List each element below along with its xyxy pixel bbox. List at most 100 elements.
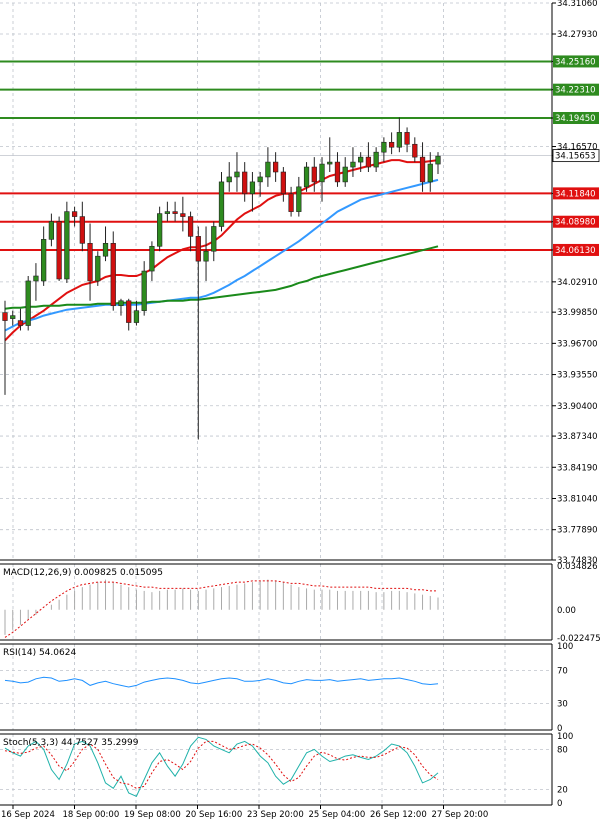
- y-tick-label: 33.87340: [557, 432, 598, 442]
- current-price-label: 34.15653: [555, 152, 596, 162]
- candle-body: [102, 243, 109, 257]
- y-tick-label: 34.02910: [557, 278, 598, 288]
- candle-body: [164, 211, 170, 214]
- candle-body: [342, 166, 348, 183]
- candle-body: [334, 161, 341, 183]
- y-tick-label: 33.90400: [557, 402, 598, 412]
- candle-body: [87, 243, 93, 282]
- candle-body: [141, 270, 147, 311]
- x-tick-label: 19 Sep 08:00: [124, 810, 181, 820]
- candle-body: [218, 181, 225, 227]
- stoch-d-line: [4, 740, 439, 789]
- candle-body: [388, 141, 395, 148]
- macd-tick-label: 0.00: [557, 606, 576, 616]
- candle-body: [126, 300, 132, 323]
- y-tick-label: 33.96700: [557, 339, 598, 349]
- candle-body: [64, 211, 70, 280]
- candle-body: [25, 280, 31, 326]
- x-tick-label: 23 Sep 20:00: [247, 810, 304, 820]
- candle-body: [180, 213, 186, 217]
- moving-average-line: [4, 245, 439, 310]
- candle-body: [319, 163, 325, 183]
- candle-body: [404, 132, 410, 145]
- y-tick-label: 33.77890: [557, 526, 598, 536]
- y-tick-label: 33.99850: [557, 308, 598, 318]
- candles: [2, 117, 441, 440]
- x-tick-label: 27 Sep 20:00: [432, 810, 489, 820]
- rsi-panel: RSI(14) 54.062410070300: [0, 642, 573, 734]
- macd-label: MACD(12,26,9) 0.009825 0.015095: [3, 568, 163, 578]
- candle-body: [56, 221, 62, 280]
- level-badge-label: 34.22310: [555, 86, 596, 96]
- y-tick-label: 33.74830: [557, 556, 598, 566]
- stoch-tick-label: 100: [557, 732, 573, 742]
- x-tick-label: 18 Sep 00:00: [63, 810, 120, 820]
- candle-body: [242, 171, 248, 195]
- candle-body: [257, 176, 263, 183]
- chart-root: MACD(12,26,9) 0.009825 0.0150950.0348260…: [0, 0, 600, 820]
- rsi-line: [4, 676, 439, 688]
- candle-body: [288, 193, 294, 212]
- y-tick-label: 33.93550: [557, 371, 598, 381]
- level-badge-label: 34.19450: [555, 114, 596, 124]
- y-tick-label: 34.31060: [557, 0, 598, 9]
- candle-body: [17, 320, 24, 326]
- x-axis: 16 Sep 2024 18 Sep 00:00 19 Sep 08:00 20 Se…: [1, 805, 488, 820]
- y-tick-label: 34.27930: [557, 30, 598, 40]
- candle-body: [412, 143, 418, 158]
- candle-body: [203, 250, 209, 262]
- macd-panel: MACD(12,26,9) 0.009825 0.0150950.0348260…: [3, 562, 600, 644]
- candle-body: [79, 216, 85, 244]
- x-tick-label: 26 Sep 12:00: [370, 810, 427, 820]
- candle-body: [249, 181, 256, 195]
- candle-body: [33, 275, 39, 282]
- rsi-label: RSI(14) 54.0624: [3, 648, 76, 658]
- candle-body: [373, 151, 379, 168]
- stoch-tick-label: 20: [557, 786, 568, 796]
- candle-body: [118, 300, 124, 307]
- axes: 34.31060 34.27930 34.25160 34.22310 34.19450…: [0, 0, 598, 806]
- candle-body: [48, 221, 55, 240]
- level-badge-label: 34.11840: [555, 189, 596, 199]
- candle-body: [187, 216, 194, 237]
- candle-body: [311, 166, 317, 183]
- level-badge-label: 34.08980: [555, 218, 596, 228]
- candle-body: [211, 226, 217, 252]
- candle-body: [265, 161, 271, 178]
- rsi-tick-label: 70: [557, 667, 568, 677]
- candle-body: [435, 155, 441, 165]
- candle-body: [157, 213, 163, 247]
- candle-body: [419, 156, 426, 183]
- candle-body: [2, 312, 8, 321]
- level-badge-label: 34.06130: [555, 246, 596, 256]
- candle-body: [427, 163, 433, 183]
- candle-body: [350, 161, 356, 168]
- candle-body: [195, 236, 201, 262]
- candle-body: [41, 239, 47, 282]
- candle-body: [327, 161, 333, 165]
- candle-body: [234, 171, 240, 178]
- x-tick-label: 20 Sep 16:00: [186, 810, 243, 820]
- stoch-label: Stoch(5,3,3) 44.7527 35.2999: [3, 738, 139, 748]
- price-badges: 34.25160 34.22310 34.19450 34.11840 34.08980…: [552, 55, 600, 256]
- candle-body: [396, 132, 402, 148]
- x-tick-label: 16 Sep 2024: [1, 810, 55, 820]
- stoch-tick-label: 0: [557, 799, 562, 809]
- candle-body: [95, 255, 101, 282]
- stoch-tick-label: 80: [557, 745, 568, 755]
- candle-body: [358, 156, 364, 163]
- level-badge-label: 34.25160: [555, 57, 596, 67]
- grid: [0, 2, 552, 805]
- candle-body: [226, 176, 232, 183]
- rsi-tick-label: 100: [557, 642, 573, 652]
- candle-body: [303, 166, 310, 188]
- candle-body: [273, 161, 279, 173]
- candle-body: [365, 156, 372, 168]
- candle-body: [296, 186, 302, 212]
- candle-body: [172, 211, 178, 214]
- stoch-panel: Stoch(5,3,3) 44.7527 35.2999 100 80 20 0: [0, 732, 573, 809]
- candle-body: [10, 315, 16, 319]
- candle-body: [133, 310, 140, 323]
- candle-body: [280, 171, 286, 195]
- y-tick-label: 33.84190: [557, 463, 598, 473]
